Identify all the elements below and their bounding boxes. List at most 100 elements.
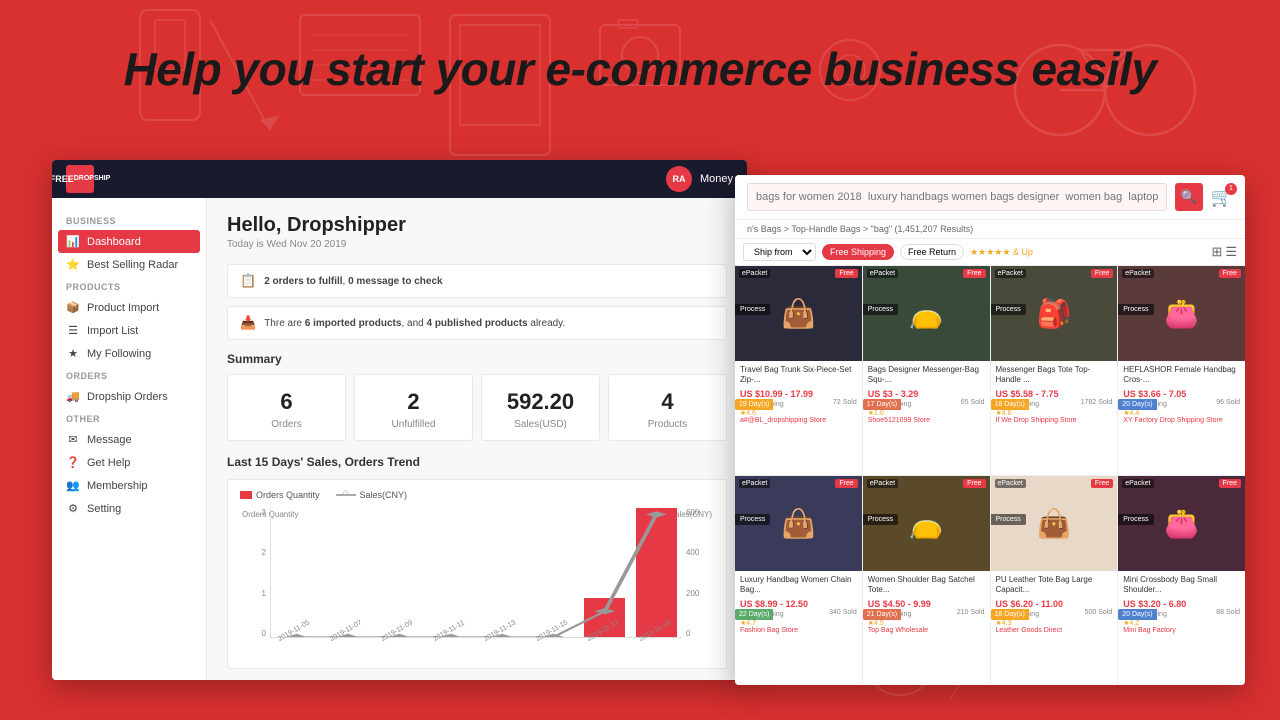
sidebar-item-label: Product Import	[87, 302, 159, 314]
y-axis-right: 6004002000	[682, 508, 714, 638]
product-store: Fashion Bag Store	[740, 627, 857, 634]
product-rating: ★4.3	[996, 620, 1012, 627]
sidebar-item-message[interactable]: ✉Message	[52, 428, 206, 451]
sidebar-item-label: Dashboard	[87, 236, 141, 248]
product-info: Women Shoulder Bag Satchel Tote... US $4…	[863, 571, 990, 638]
process-button[interactable]: Process	[735, 514, 770, 525]
process-button[interactable]: Process	[991, 514, 1026, 525]
product-card[interactable]: 👛 ePacket Free Process 20 Day(s) Mini Cr…	[1118, 476, 1245, 685]
product-store: XY Factory Drop Shipping Store	[1123, 417, 1240, 424]
product-store: a#@BL_dropshipping Store	[740, 417, 857, 424]
summary-card-label: Orders	[236, 419, 337, 430]
sidebar-item-label: Membership	[87, 480, 148, 492]
product-card[interactable]: 👜 ePacket Free Process 18 Day(s) PU Leat…	[991, 476, 1118, 685]
product-action-row: Process 18 Day(s)	[991, 609, 1118, 620]
shop-filters: Ship from Free Shipping Free Return ★★★★…	[735, 239, 1245, 266]
product-price: US $6.20 - 11.00	[996, 599, 1113, 609]
sidebar-section-label: BUSINESS	[52, 210, 206, 230]
product-price: US $4.50 - 9.99	[868, 599, 985, 609]
sidebar-item-dropship-orders[interactable]: 🚚Dropship Orders	[52, 385, 206, 408]
ship-from-select[interactable]: Ship from	[743, 243, 816, 261]
summary-card-label: Products	[617, 419, 718, 430]
summary-card-orders: 6Orders	[227, 374, 346, 441]
product-action-row: Process 19 Day(s)	[735, 399, 862, 410]
product-info: PU Leather Tote Bag Large Capacit... US …	[991, 571, 1118, 638]
page-subtitle: Today is Wed Nov 20 2019	[227, 239, 727, 250]
badge-packet: ePacket	[1122, 479, 1153, 488]
product-card[interactable]: 👛 ePacket Free Process 20 Day(s) HEFLASH…	[1118, 266, 1245, 475]
x-axis: 2019-11-052019-11-072019-11-092019-11-11…	[270, 641, 682, 648]
product-info: Bags Designer Messenger-Bag Squ-... US $…	[863, 361, 990, 428]
user-name: Money	[700, 173, 733, 185]
badge-packet: ePacket	[739, 479, 770, 488]
days-badge: 20 Day(s)	[1118, 609, 1156, 620]
list-view-icon[interactable]: ☰	[1225, 244, 1237, 260]
product-price: US $5.58 - 7.75	[996, 389, 1113, 399]
product-store: Top Bag Wholesale	[868, 627, 985, 634]
sidebar-item-membership[interactable]: 👥Membership	[52, 474, 206, 497]
badge-row: ePacket Free	[863, 476, 990, 491]
days-badge: 19 Day(s)	[735, 399, 773, 410]
product-rating: ★4.4	[1123, 410, 1139, 417]
chart-title: Last 15 Days' Sales, Orders Trend	[227, 455, 727, 469]
badge-free: Free	[963, 269, 985, 278]
user-area: RA Money	[666, 166, 733, 192]
alert-box-0: 📋 2 orders to fulfill, 0 message to check	[227, 264, 727, 298]
badge-row: ePacket Free	[1118, 266, 1245, 281]
y-left-label: 2	[240, 548, 266, 557]
search-input[interactable]	[747, 183, 1167, 211]
products-grid: 👜 ePacket Free Process 19 Day(s) Travel …	[735, 266, 1245, 685]
badge-row: ePacket Free	[735, 476, 862, 491]
sidebar-item-setting[interactable]: ⚙Setting	[52, 497, 206, 520]
legend-orders-box	[240, 491, 252, 499]
alert-text: 2 orders to fulfill, 0 message to check	[264, 276, 442, 287]
product-action-row: Process 22 Day(s)	[735, 609, 862, 620]
cart-icon[interactable]: 🛒 1	[1211, 187, 1233, 208]
free-return-filter[interactable]: Free Return	[900, 244, 964, 260]
stars-filter[interactable]: ★★★★★ & Up	[970, 247, 1033, 258]
product-card[interactable]: 👝 ePacket Free Process 21 Day(s) Women S…	[863, 476, 990, 685]
sidebar-item-get-help[interactable]: ❓Get Help	[52, 451, 206, 474]
sidebar-item-dashboard[interactable]: 📊Dashboard	[58, 230, 200, 253]
shop-breadcrumb: n's Bags > Top-Handle Bags > "bag" (1,45…	[735, 220, 1245, 239]
free-shipping-filter[interactable]: Free Shipping	[822, 244, 894, 260]
process-button[interactable]: Process	[735, 304, 770, 315]
process-button[interactable]: Process	[1118, 304, 1153, 315]
product-card[interactable]: 👝 ePacket Free Process 17 Day(s) Bags De…	[863, 266, 990, 475]
sidebar-item-product-import[interactable]: 📦Product Import	[52, 296, 206, 319]
page-content: Hello, Dropshipper Today is Wed Nov 20 2…	[207, 198, 747, 680]
sidebar-item-import-list[interactable]: ☰Import List	[52, 319, 206, 342]
view-icons: ⊞ ☰	[1211, 244, 1237, 260]
hero-section: Help you start your e-commerce business …	[124, 42, 1157, 96]
sidebar-item-my-following[interactable]: ★My Following	[52, 342, 206, 365]
product-card[interactable]: 👜 ePacket Free Process 22 Day(s) Luxury …	[735, 476, 862, 685]
process-button[interactable]: Process	[991, 304, 1026, 315]
product-card[interactable]: 👜 ePacket Free Process 19 Day(s) Travel …	[735, 266, 862, 475]
badge-row: ePacket Free	[991, 266, 1118, 281]
product-price: US $3 - 3.29	[868, 389, 985, 399]
product-card[interactable]: 🎒 ePacket Free Process 18 Day(s) Messeng…	[991, 266, 1118, 475]
sidebar-item-label: Get Help	[87, 457, 130, 469]
legend-orders-label: Orders Quantity	[256, 490, 320, 500]
y-right-label: 200	[686, 589, 714, 598]
grid-view-icon[interactable]: ⊞	[1211, 244, 1222, 260]
product-title: Bags Designer Messenger-Bag Squ-...	[868, 365, 985, 387]
badge-row: ePacket Free	[991, 476, 1118, 491]
product-price: US $3.20 - 6.80	[1123, 599, 1240, 609]
search-button[interactable]: 🔍	[1175, 183, 1203, 211]
process-button[interactable]: Process	[1118, 514, 1153, 525]
alert-icon: 📋	[240, 273, 256, 289]
sidebar-item-best-selling-radar[interactable]: ⭐Best Selling Radar	[52, 253, 206, 276]
sidebar-item-label: Import List	[87, 325, 138, 337]
logo-area: FREE DROPSHIP	[66, 165, 94, 193]
product-title: Travel Bag Trunk Six-Piece-Set Zip-...	[740, 365, 857, 387]
sidebar-item-label: Setting	[87, 503, 121, 515]
y-left-label: 3	[240, 508, 266, 517]
process-button[interactable]: Process	[863, 304, 898, 315]
badge-free: Free	[963, 479, 985, 488]
logo-icon: FREE DROPSHIP	[66, 165, 94, 193]
product-price: US $8.99 - 12.50	[740, 599, 857, 609]
summary-card-unfulfilled: 2Unfulfilled	[354, 374, 473, 441]
product-action-row: Process 17 Day(s)	[863, 399, 990, 410]
process-button[interactable]: Process	[863, 514, 898, 525]
